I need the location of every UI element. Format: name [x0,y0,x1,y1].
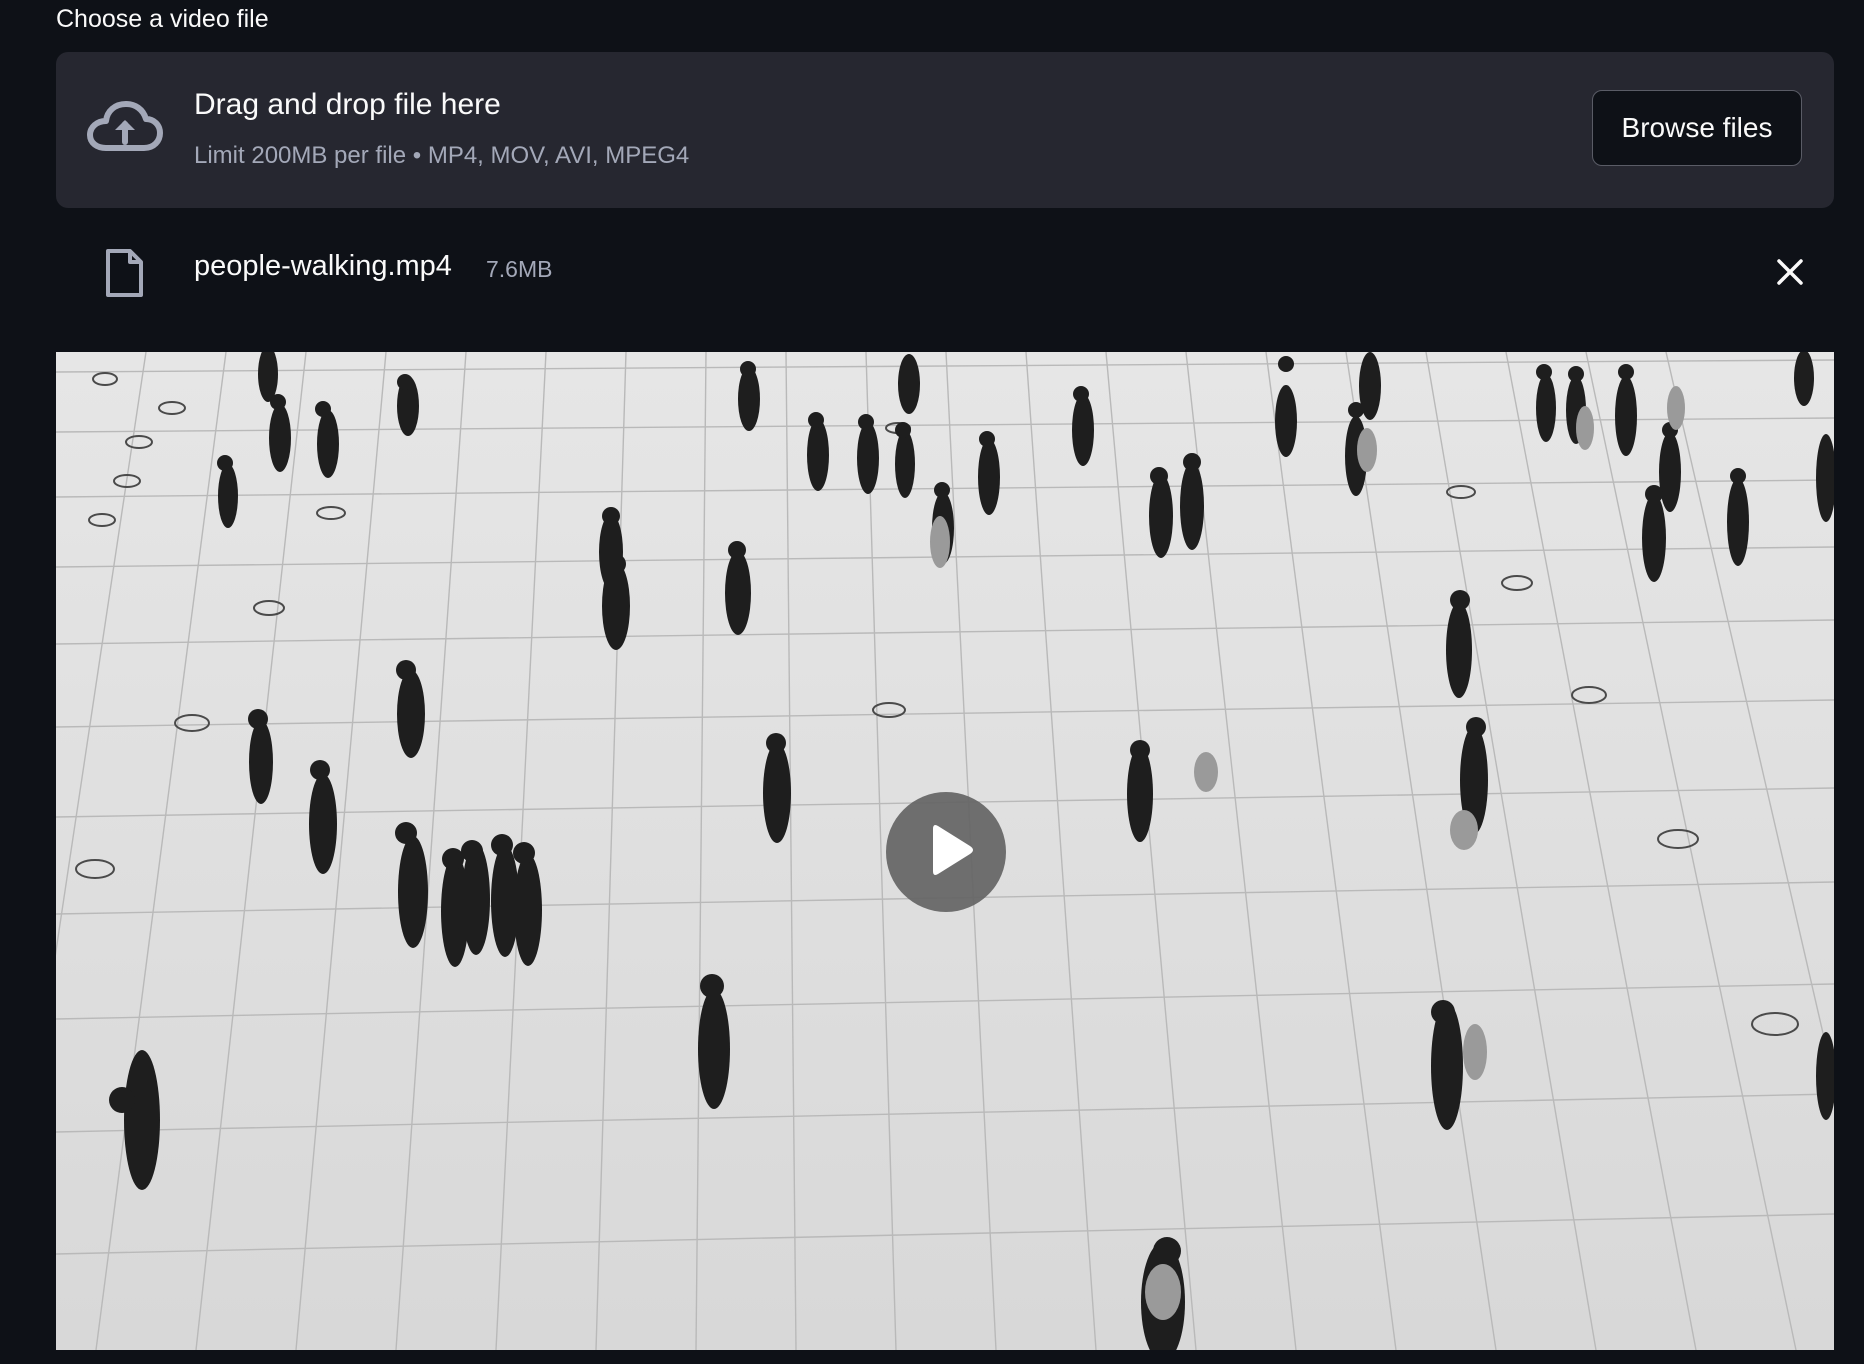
cloud-upload-icon [86,98,164,160]
file-name: people-walking.mp4 [194,250,452,282]
file-uploader-label: Choose a video file [56,5,269,33]
browse-files-button[interactable]: Browse files [1592,90,1802,166]
play-button[interactable] [886,792,1006,912]
video-player[interactable] [56,352,1834,1350]
file-dropzone[interactable]: Drag and drop file here Limit 200MB per … [56,52,1834,208]
close-icon[interactable] [1774,256,1806,288]
dropzone-title: Drag and drop file here [194,88,501,121]
uploaded-file-item: people-walking.mp4 7.6MB [56,236,1834,306]
play-icon [933,825,973,875]
file-size: 7.6MB [486,256,553,282]
file-icon [104,248,144,298]
video-uploader-page: Choose a video file Drag and drop file h… [0,0,1864,1364]
dropzone-limits: Limit 200MB per file • MP4, MOV, AVI, MP… [194,142,690,169]
